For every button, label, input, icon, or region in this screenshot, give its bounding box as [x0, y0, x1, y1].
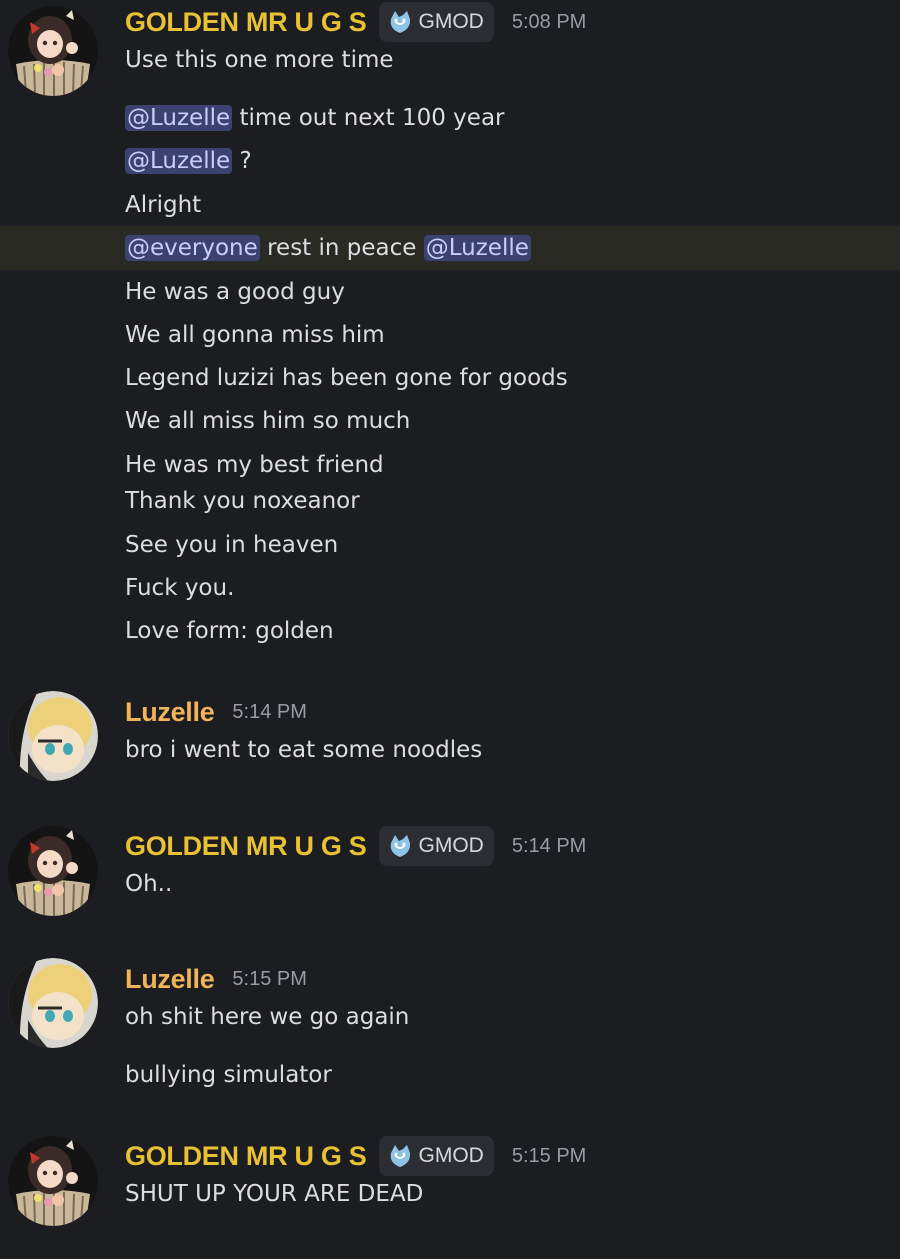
wolf-head-icon	[389, 1144, 411, 1168]
user-mention[interactable]: @Luzelle	[423, 235, 531, 261]
timestamp[interactable]: 5:15 PM	[512, 1145, 586, 1168]
message-text: time out next 100 year	[232, 105, 505, 131]
avatar[interactable]	[8, 958, 98, 1048]
message-line: Oh..	[125, 871, 173, 897]
avatar[interactable]	[8, 691, 98, 781]
role-tag-label: GMOD	[418, 1144, 484, 1167]
message-text: rest in peace	[259, 235, 424, 261]
message-header: GOLDEN MR U G S GMOD 5:14 PM	[125, 826, 586, 866]
message-line: Use this one more time	[125, 47, 394, 73]
wolf-head-icon	[389, 834, 411, 858]
message-text: ?	[232, 148, 252, 174]
username[interactable]: GOLDEN MR U G S	[125, 1141, 367, 1172]
message-line: He was a good guy	[125, 279, 345, 305]
message-line: He was my best friend	[125, 452, 384, 478]
role-tag[interactable]: GMOD	[378, 1136, 494, 1176]
avatar[interactable]	[8, 6, 98, 96]
timestamp[interactable]: 5:14 PM	[512, 835, 586, 858]
message-line: Love form: golden	[125, 618, 334, 644]
avatar[interactable]	[8, 1136, 98, 1226]
message-line: SHUT UP YOUR ARE DEAD	[125, 1181, 424, 1207]
message-line: Alright	[125, 192, 202, 218]
username[interactable]: Luzelle	[125, 964, 215, 995]
message-header: Luzelle 5:15 PM	[125, 959, 307, 999]
message-line: See you in heaven	[125, 532, 339, 558]
username[interactable]: GOLDEN MR U G S	[125, 831, 367, 862]
timestamp[interactable]: 5:15 PM	[232, 968, 306, 991]
timestamp[interactable]: 5:08 PM	[512, 11, 586, 34]
user-mention[interactable]: @Luzelle	[125, 148, 233, 174]
message-line: @Luzelle time out next 100 year	[125, 103, 505, 133]
timestamp[interactable]: 5:14 PM	[232, 701, 306, 724]
message-line: We all gonna miss him	[125, 322, 385, 348]
username[interactable]: GOLDEN MR U G S	[125, 7, 367, 38]
role-tag-label: GMOD	[418, 10, 484, 33]
message-line: @everyone rest in peace @Luzelle	[125, 233, 531, 263]
message-line: Thank you noxeanor	[125, 488, 360, 514]
message-line: oh shit here we go again	[125, 1004, 410, 1030]
user-mention[interactable]: @Luzelle	[125, 105, 233, 131]
username[interactable]: Luzelle	[125, 697, 215, 728]
message-line: @Luzelle ?	[125, 146, 252, 176]
message-line: Fuck you.	[125, 575, 235, 601]
message-line: Legend luzizi has been gone for goods	[125, 365, 568, 391]
message-line: bullying simulator	[125, 1062, 332, 1088]
everyone-mention[interactable]: @everyone	[125, 235, 260, 261]
role-tag[interactable]: GMOD	[378, 826, 494, 866]
message-line: We all miss him so much	[125, 408, 411, 434]
message-line: bro i went to eat some noodles	[125, 737, 483, 763]
message-header: GOLDEN MR U G S GMOD 5:15 PM	[125, 1136, 586, 1176]
wolf-head-icon	[389, 10, 411, 34]
role-tag[interactable]: GMOD	[378, 2, 494, 42]
message-header: Luzelle 5:14 PM	[125, 692, 307, 732]
message-header: GOLDEN MR U G S GMOD 5:08 PM	[125, 2, 586, 42]
avatar[interactable]	[8, 826, 98, 916]
role-tag-label: GMOD	[418, 834, 484, 857]
